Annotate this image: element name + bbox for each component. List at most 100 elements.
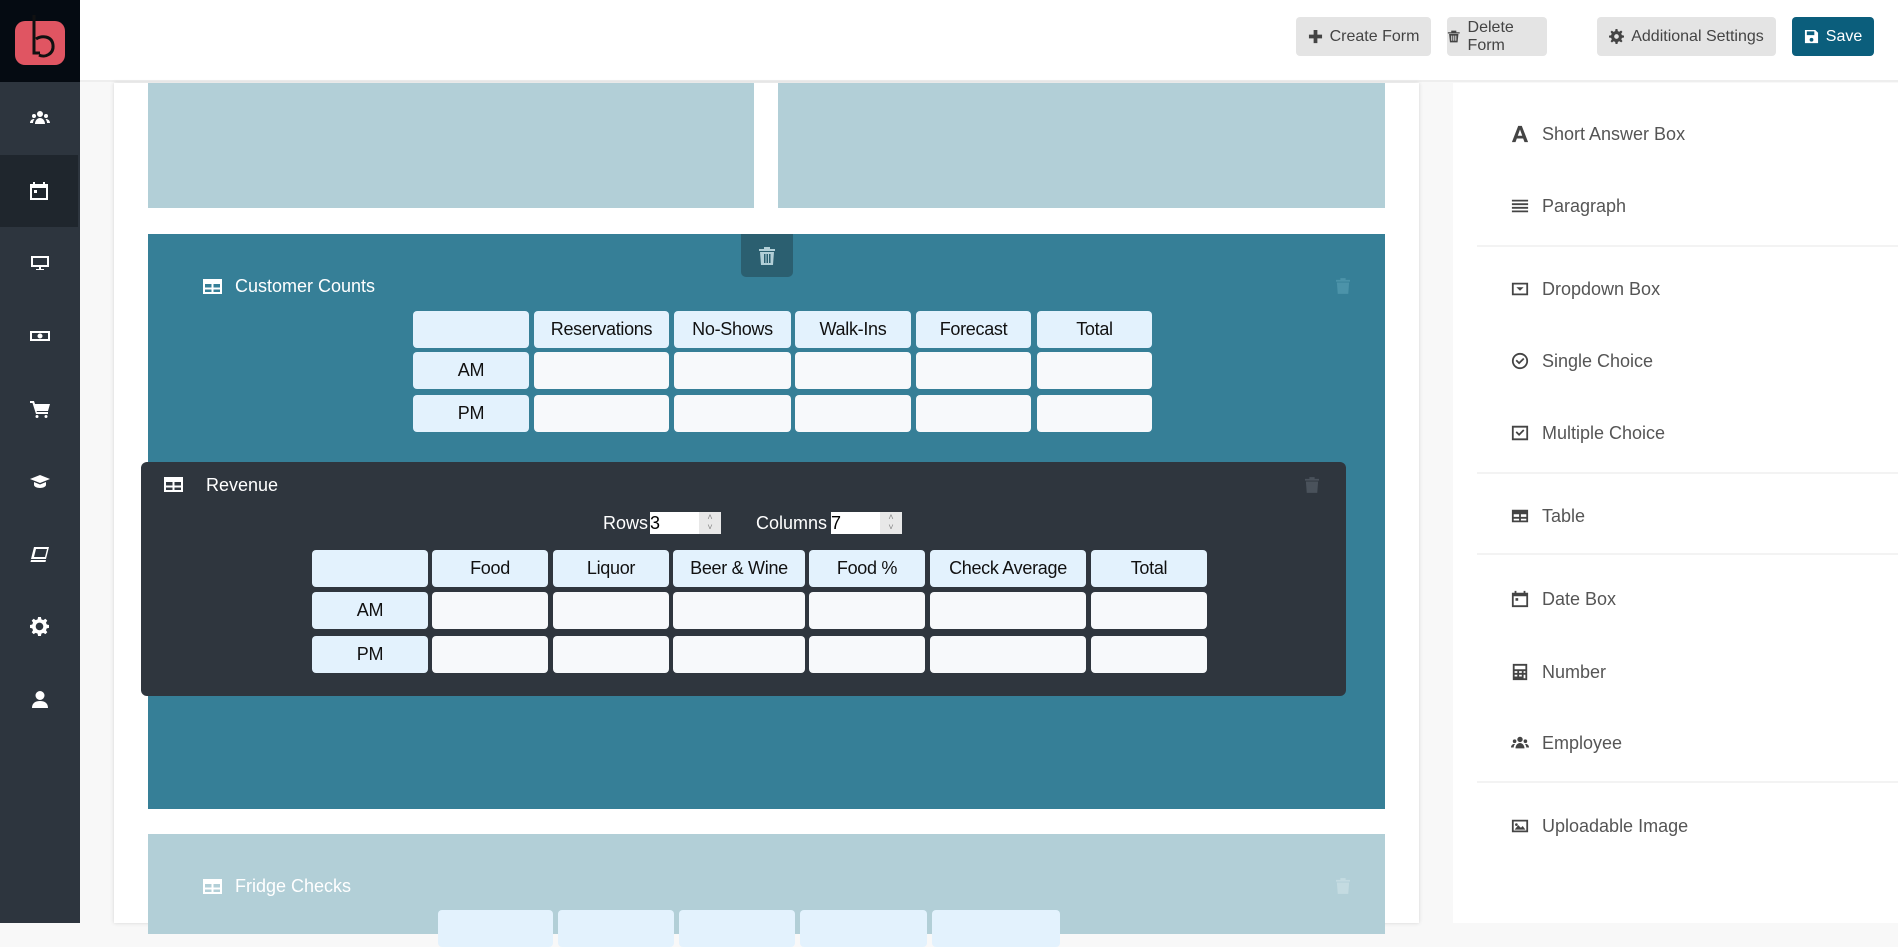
sidebar-item-cart[interactable] bbox=[0, 372, 80, 444]
divider bbox=[1477, 781, 1898, 783]
trash-icon bbox=[759, 246, 775, 265]
trash-icon[interactable] bbox=[1305, 476, 1319, 494]
save-label: Save bbox=[1825, 27, 1863, 45]
palette-item-label: Short Answer Box bbox=[1542, 123, 1686, 144]
table-cell-input[interactable] bbox=[432, 636, 548, 673]
block-title: Customer Counts bbox=[235, 276, 376, 296]
delete-form-label: Delete Form bbox=[1467, 18, 1514, 54]
form-block-placeholder[interactable] bbox=[148, 83, 754, 208]
palette-item-label: Multiple Choice bbox=[1542, 422, 1666, 443]
table-cell-input[interactable] bbox=[673, 636, 805, 673]
sidebar-item-user[interactable] bbox=[0, 663, 80, 735]
table-cell-input[interactable] bbox=[1091, 592, 1207, 629]
column-header: Total bbox=[1091, 550, 1207, 587]
columns-label: Columns bbox=[756, 513, 828, 533]
columns-input[interactable]: 7 ˄ ˅ bbox=[831, 512, 902, 534]
field-palette: Short Answer Box Paragraph Dropdown Box Sin… bbox=[1453, 83, 1898, 923]
palette-item-label: Date Box bbox=[1542, 588, 1617, 609]
table-cell-input[interactable] bbox=[930, 636, 1086, 673]
sidebar-item-money[interactable] bbox=[0, 300, 80, 372]
column-header: Food bbox=[432, 550, 548, 587]
table-cell-input[interactable] bbox=[1037, 352, 1152, 389]
table-cell-input[interactable] bbox=[534, 352, 669, 389]
monitor-icon bbox=[31, 256, 49, 271]
row-header: PM bbox=[413, 395, 529, 432]
trash-icon[interactable] bbox=[1336, 277, 1350, 295]
table-cell-input[interactable] bbox=[534, 395, 669, 432]
align-justify-icon bbox=[1510, 196, 1530, 216]
divider bbox=[1477, 472, 1898, 474]
palette-item-label: Dropdown Box bbox=[1542, 278, 1661, 299]
sidebar-item-users[interactable] bbox=[0, 82, 80, 154]
table-cell-input[interactable] bbox=[1091, 636, 1207, 673]
columns-stepper[interactable]: ˄ ˅ bbox=[880, 512, 902, 534]
column-header bbox=[413, 311, 529, 348]
table-cell-input[interactable] bbox=[809, 592, 925, 629]
trash-icon[interactable] bbox=[1336, 877, 1350, 895]
delete-block-button[interactable] bbox=[741, 234, 793, 277]
form-block-placeholder[interactable] bbox=[778, 83, 1385, 208]
palette-item-label: Table bbox=[1542, 505, 1586, 526]
column-header: Forecast bbox=[916, 311, 1031, 348]
row-header: AM bbox=[413, 352, 529, 389]
sidebar-item-calendar[interactable] bbox=[0, 154, 78, 227]
palette-item-label: Uploadable Image bbox=[1542, 815, 1689, 836]
table-cell-input[interactable] bbox=[795, 352, 911, 389]
row-header: AM bbox=[312, 592, 428, 629]
create-form-button[interactable]: Create Form bbox=[1296, 17, 1431, 56]
palette-item-number[interactable]: Number bbox=[1453, 647, 1898, 697]
rows-stepper[interactable]: ˄ ˅ bbox=[699, 512, 721, 534]
palette-item-multiple-choice[interactable]: Multiple Choice bbox=[1453, 408, 1898, 458]
table-cell-input[interactable] bbox=[674, 395, 791, 432]
additional-settings-button[interactable]: Additional Settings bbox=[1597, 17, 1776, 56]
logo-icon bbox=[15, 15, 65, 65]
palette-item-paragraph[interactable]: Paragraph bbox=[1453, 181, 1898, 231]
save-button[interactable]: Save bbox=[1792, 17, 1874, 56]
palette-item-dropdown-box[interactable]: Dropdown Box bbox=[1453, 264, 1898, 314]
block-title: Fridge Checks bbox=[235, 876, 352, 896]
table-cell-input[interactable] bbox=[809, 636, 925, 673]
sidebar-item-graduation-cap[interactable] bbox=[0, 445, 80, 517]
column-header: Total bbox=[1037, 311, 1152, 348]
check-square-icon bbox=[1510, 423, 1530, 443]
table-cell-input[interactable] bbox=[916, 395, 1031, 432]
sidebar-item-monitor[interactable] bbox=[0, 227, 80, 299]
rows-input[interactable]: 3 ˄ ˅ bbox=[650, 512, 721, 534]
divider bbox=[1477, 553, 1898, 555]
sidebar-item-book[interactable] bbox=[0, 518, 80, 590]
customer-counts-block[interactable]: Customer Counts Reservations No-Shows Walk… bbox=[141, 234, 1385, 809]
palette-item-short-answer-box[interactable]: Short Answer Box bbox=[1453, 109, 1898, 159]
calculator-icon bbox=[1510, 662, 1530, 682]
table-cell-input[interactable] bbox=[673, 592, 805, 629]
block-title: Revenue bbox=[206, 475, 279, 495]
palette-item-table[interactable]: Table bbox=[1453, 491, 1898, 541]
palette-item-label: Number bbox=[1542, 661, 1607, 682]
cart-icon bbox=[30, 401, 50, 419]
users-icon bbox=[30, 111, 50, 124]
revenue-block[interactable]: Revenue Rows 3 ˄ ˅ Columns 7 ˄ ˅ Food Liquor B… bbox=[141, 462, 1346, 696]
table-cell-input[interactable] bbox=[432, 592, 548, 629]
fridge-checks-block[interactable]: Fridge Checks bbox=[148, 834, 1385, 947]
gear-icon bbox=[1609, 29, 1625, 44]
palette-item-label: Paragraph bbox=[1542, 195, 1627, 216]
sidebar-item-gear[interactable] bbox=[0, 590, 80, 662]
palette-item-uploadable-image[interactable]: Uploadable Image bbox=[1453, 801, 1898, 851]
table-cell-input[interactable] bbox=[930, 592, 1086, 629]
table-cell-input[interactable] bbox=[916, 352, 1031, 389]
delete-form-button[interactable]: Delete Form bbox=[1447, 17, 1547, 56]
logo[interactable] bbox=[0, 0, 80, 82]
column-header: Reservations bbox=[534, 311, 669, 348]
gear-icon bbox=[30, 617, 49, 637]
palette-item-single-choice[interactable]: Single Choice bbox=[1453, 336, 1898, 386]
table-cell-input[interactable] bbox=[1037, 395, 1152, 432]
book-icon bbox=[30, 546, 49, 562]
divider bbox=[1477, 245, 1898, 247]
table-icon bbox=[164, 477, 183, 492]
palette-item-date-box[interactable]: Date Box bbox=[1453, 574, 1898, 624]
table-cell-input[interactable] bbox=[553, 636, 669, 673]
palette-item-employee[interactable]: Employee bbox=[1453, 718, 1898, 768]
table-cell-input[interactable] bbox=[674, 352, 791, 389]
table-cell-input[interactable] bbox=[795, 395, 911, 432]
font-icon bbox=[1510, 124, 1530, 144]
table-cell-input[interactable] bbox=[553, 592, 669, 629]
